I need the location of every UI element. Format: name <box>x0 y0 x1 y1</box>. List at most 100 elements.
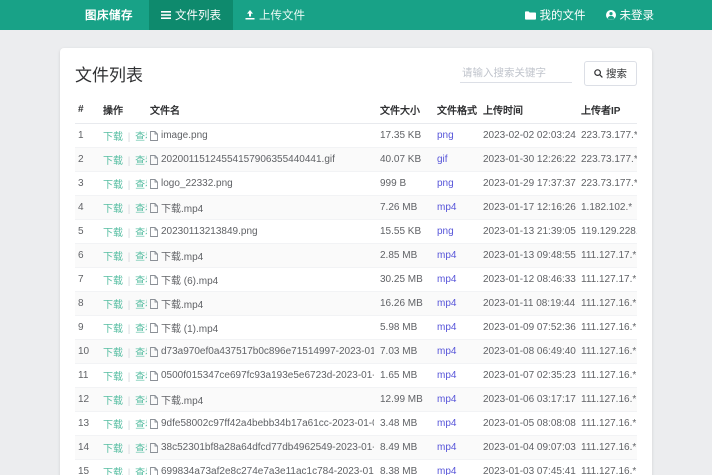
download-link[interactable]: 下载 <box>103 396 123 407</box>
tab-upload-file[interactable]: 上传文件 <box>233 0 317 30</box>
file-name: 下载 (1).mp4 <box>161 320 218 335</box>
uploader-ip: 111.127.16.* <box>578 388 637 412</box>
row-operations: 下载 | 查看 <box>100 436 147 460</box>
file-name: 38c52301bf8a28a64dfcd77db4962549-2023-01… <box>161 442 374 453</box>
file-name-cell: d73a970ef0a437517b0c896e71514997-2023-01… <box>147 340 377 364</box>
search-area: 搜索 <box>460 61 637 86</box>
file-size: 999 B <box>377 172 434 196</box>
file-name-cell: 20200115124554157906355440441.gif <box>147 148 377 172</box>
row-operations: 下载 | 查看 <box>100 340 147 364</box>
file-icon <box>150 395 158 405</box>
view-link[interactable]: 查看 <box>135 156 147 167</box>
download-link[interactable]: 下载 <box>103 324 123 335</box>
login-status[interactable]: 未登录 <box>606 7 655 23</box>
file-format-link[interactable]: png <box>437 130 454 141</box>
search-input[interactable] <box>460 64 572 83</box>
row-operations: 下载 | 查看 <box>100 268 147 292</box>
file-format-link[interactable]: mp4 <box>437 466 456 475</box>
download-link[interactable]: 下载 <box>103 204 123 215</box>
uploader-ip: 111.127.16.* <box>578 460 637 475</box>
tab-file-list[interactable]: 文件列表 <box>149 0 233 30</box>
operation-separator: | <box>125 468 133 475</box>
download-link[interactable]: 下载 <box>103 468 123 475</box>
file-format-link[interactable]: png <box>437 226 454 237</box>
search-button-label: 搜索 <box>606 66 627 81</box>
table-row: 3 下载 | 查看 logo_22332.png 999 B png 2023-… <box>75 172 637 196</box>
file-format-link[interactable]: mp4 <box>437 442 456 453</box>
view-link[interactable]: 查看 <box>135 348 147 359</box>
download-link[interactable]: 下载 <box>103 420 123 431</box>
view-link[interactable]: 查看 <box>135 228 147 239</box>
download-link[interactable]: 下载 <box>103 276 123 287</box>
file-icon <box>150 419 158 429</box>
download-link[interactable]: 下载 <box>103 372 123 383</box>
file-icon <box>150 347 158 357</box>
row-index: 15 <box>75 460 100 475</box>
file-size: 17.35 KB <box>377 124 434 148</box>
file-format-cell: png <box>434 220 480 244</box>
header-index: # <box>75 96 100 124</box>
file-format-cell: mp4 <box>434 340 480 364</box>
download-link[interactable]: 下载 <box>103 252 123 263</box>
download-link[interactable]: 下载 <box>103 348 123 359</box>
view-link[interactable]: 查看 <box>135 444 147 455</box>
file-format-cell: mp4 <box>434 412 480 436</box>
view-link[interactable]: 查看 <box>135 372 147 383</box>
file-name-cell: 下载 (1).mp4 <box>147 316 377 340</box>
view-link[interactable]: 查看 <box>135 276 147 287</box>
view-link[interactable]: 查看 <box>135 132 147 143</box>
table-row: 10 下载 | 查看 d73a970ef0a437517b0c896e71514… <box>75 340 637 364</box>
file-icon <box>150 251 158 261</box>
file-format-link[interactable]: mp4 <box>437 274 456 285</box>
file-format-link[interactable]: mp4 <box>437 370 456 381</box>
operation-separator: | <box>125 132 133 143</box>
navbar: 图床储存 文件列表 上传文件 我的文件 未登录 <box>0 0 712 30</box>
file-format-link[interactable]: gif <box>437 154 448 165</box>
search-button[interactable]: 搜索 <box>584 61 637 86</box>
my-files-link[interactable]: 我的文件 <box>525 7 586 23</box>
upload-time: 2023-01-13 09:48:55 <box>480 244 578 268</box>
file-format-link[interactable]: mp4 <box>437 250 456 261</box>
navbar-right: 我的文件 未登录 <box>525 0 655 30</box>
file-format-link[interactable]: mp4 <box>437 202 456 213</box>
file-name-cell: 38c52301bf8a28a64dfcd77db4962549-2023-01… <box>147 436 377 460</box>
file-format-link[interactable]: mp4 <box>437 298 456 309</box>
file-icon <box>150 371 158 381</box>
row-operations: 下载 | 查看 <box>100 172 147 196</box>
file-format-link[interactable]: mp4 <box>437 346 456 357</box>
download-link[interactable]: 下载 <box>103 156 123 167</box>
view-link[interactable]: 查看 <box>135 420 147 431</box>
file-format-link[interactable]: png <box>437 178 454 189</box>
file-name: 20230113213849.png <box>161 226 258 237</box>
file-size: 7.03 MB <box>377 340 434 364</box>
upload-time: 2023-01-29 17:37:37 <box>480 172 578 196</box>
upload-time: 2023-01-11 08:19:44 <box>480 292 578 316</box>
user-circle-icon <box>606 10 616 20</box>
view-link[interactable]: 查看 <box>135 252 147 263</box>
view-link[interactable]: 查看 <box>135 300 147 311</box>
file-icon <box>150 179 158 189</box>
row-operations: 下载 | 查看 <box>100 124 147 148</box>
view-link[interactable]: 查看 <box>135 204 147 215</box>
view-link[interactable]: 查看 <box>135 180 147 191</box>
file-name-cell: 下载.mp4 <box>147 292 377 316</box>
view-link[interactable]: 查看 <box>135 468 147 475</box>
download-link[interactable]: 下载 <box>103 444 123 455</box>
tab-file-list-label: 文件列表 <box>175 7 221 23</box>
download-link[interactable]: 下载 <box>103 180 123 191</box>
view-link[interactable]: 查看 <box>135 324 147 335</box>
table-row: 12 下载 | 查看 下载.mp4 12.99 MB mp4 2023-01-0… <box>75 388 637 412</box>
file-name-cell: 0500f015347ce697fc93a193e5e6723d-2023-01… <box>147 364 377 388</box>
operation-separator: | <box>125 420 133 431</box>
view-link[interactable]: 查看 <box>135 396 147 407</box>
file-list-card: 文件列表 搜索 # 操作 文件名 文件大小 文件格式 上传时间 上 <box>60 48 652 475</box>
file-format-link[interactable]: mp4 <box>437 322 456 333</box>
file-icon <box>150 299 158 309</box>
file-format-link[interactable]: mp4 <box>437 418 456 429</box>
file-format-link[interactable]: mp4 <box>437 394 456 405</box>
operation-separator: | <box>125 252 133 263</box>
download-link[interactable]: 下载 <box>103 228 123 239</box>
upload-time: 2023-01-06 03:17:17 <box>480 388 578 412</box>
download-link[interactable]: 下载 <box>103 132 123 143</box>
download-link[interactable]: 下载 <box>103 300 123 311</box>
